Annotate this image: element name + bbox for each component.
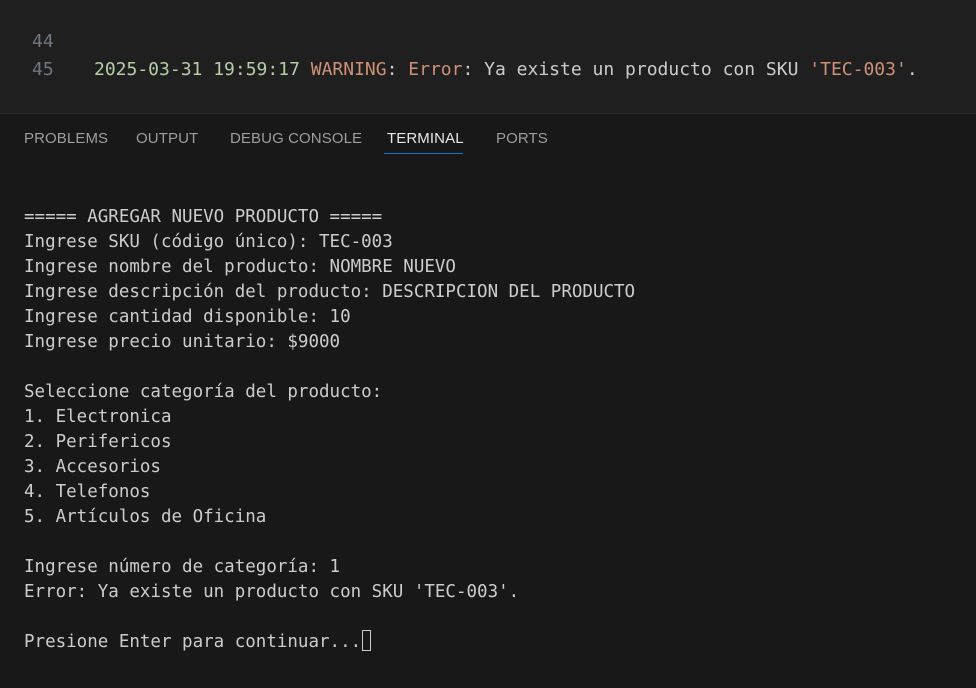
tab-output[interactable]: OUTPUT	[136, 130, 198, 147]
terminal-line: Ingrese nombre del producto: NOMBRE NUEV…	[24, 257, 456, 277]
terminal-prompt-text: Presione Enter para continuar...	[24, 632, 362, 652]
log-separator: :	[386, 59, 409, 80]
tab-ports[interactable]: PORTS	[496, 130, 548, 147]
line-number: 45	[32, 59, 54, 80]
code-editor[interactable]: 44 2025-03-31 19:59:17 WARNING: Error: Y…	[0, 0, 976, 113]
log-end: .	[906, 59, 918, 80]
log-message: : Ya existe un producto con SKU	[462, 59, 810, 80]
log-line: 2025-03-31 19:59:17 WARNING: Error: Ya e…	[94, 56, 918, 84]
terminal-line: Ingrese cantidad disponible: 10	[24, 307, 351, 327]
terminal-output[interactable]: ===== AGREGAR NUEVO PRODUCTO ===== Ingre…	[0, 162, 976, 688]
terminal-cursor[interactable]	[362, 630, 372, 651]
editor-line-45[interactable]: 45	[0, 28, 976, 80]
log-error-word: Error	[408, 59, 463, 80]
editor-line-44[interactable]: 44 2025-03-31 19:59:17 WARNING: Error: Y…	[0, 0, 976, 80]
terminal-line: 3. Accesorios	[24, 457, 161, 477]
terminal-line: Error: Ya existe un producto con SKU 'TE…	[24, 582, 520, 602]
terminal-line: 2. Perifericos	[24, 432, 172, 452]
terminal-line: Ingrese SKU (código único): TEC-003	[24, 232, 393, 252]
tab-terminal[interactable]: TERMINAL	[387, 130, 464, 147]
terminal-line: Seleccione categoría del producto:	[24, 382, 383, 402]
log-timestamp: 2025-03-31 19:59:17	[94, 59, 300, 80]
terminal-line: 5. Artículos de Oficina	[24, 507, 267, 527]
log-level: WARNING	[310, 59, 387, 80]
active-tab-indicator	[384, 153, 463, 154]
terminal-line: ===== AGREGAR NUEVO PRODUCTO =====	[24, 207, 383, 227]
terminal-line: Ingrese número de categoría: 1	[24, 557, 341, 577]
terminal-line: Ingrese descripción del producto: DESCRI…	[24, 282, 636, 302]
log-sku: 'TEC-003'	[809, 59, 907, 80]
panel-tabs: PROBLEMS OUTPUT DEBUG CONSOLE TERMINAL P…	[0, 114, 976, 162]
terminal-prompt-line: Presione Enter para continuar...	[24, 630, 372, 655]
tab-debug-console[interactable]: DEBUG CONSOLE	[230, 130, 362, 147]
terminal-line: 4. Telefonos	[24, 482, 151, 502]
terminal-line: Ingrese precio unitario: $9000	[24, 332, 341, 352]
terminal-line: 1. Electronica	[24, 407, 172, 427]
tab-problems[interactable]: PROBLEMS	[24, 130, 108, 147]
